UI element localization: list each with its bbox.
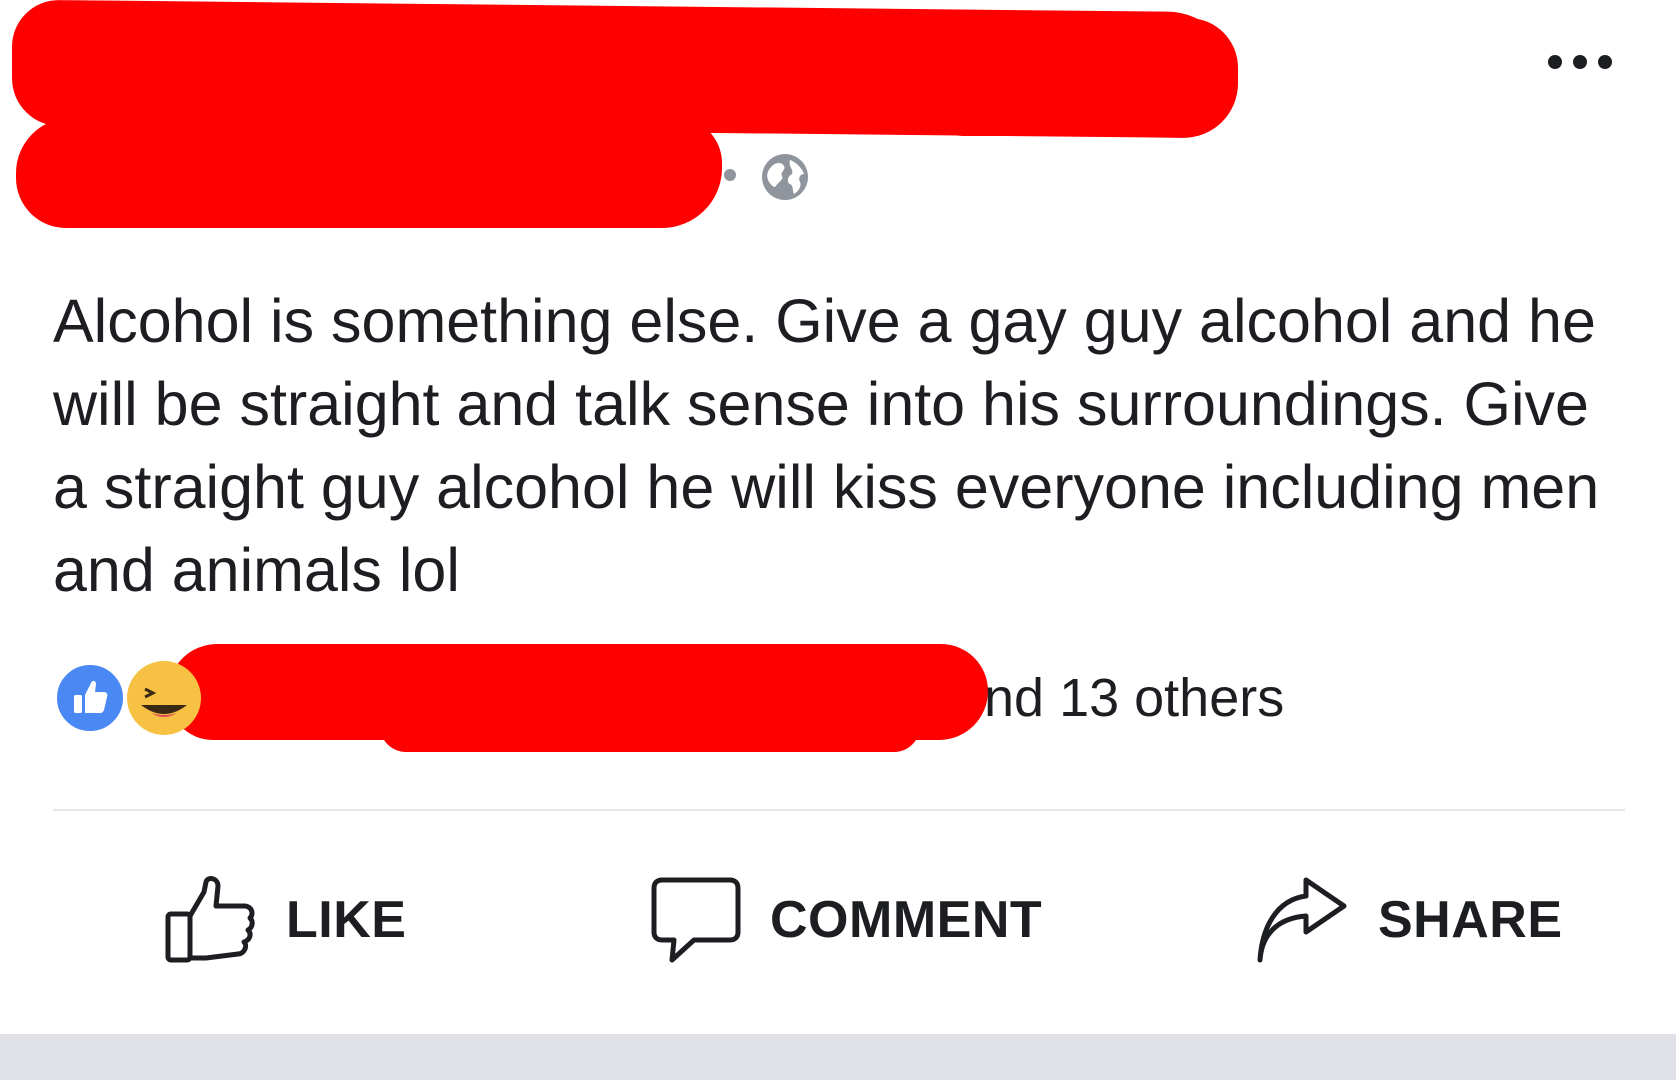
thumbs-up-icon [165,876,255,963]
more-options-icon[interactable] [1548,50,1612,74]
redacted-author-name-tail [920,18,1238,136]
post-text: Alcohol is something else. Give a gay gu… [53,287,1600,604]
like-button[interactable]: LIKE [162,870,406,970]
comment-label: COMMENT [770,891,1043,949]
post-card: Alcohol is something else. Give a gay gu… [0,0,1676,1034]
like-label: LIKE [286,891,407,949]
redacted-timestamp [16,118,722,228]
reaction-summary-text[interactable]: nd 13 others [984,666,1284,730]
globe-icon [762,154,808,200]
separator-dot [724,169,736,181]
comment-button[interactable]: COMMENT [650,870,1042,970]
share-label: SHARE [1378,891,1563,949]
comment-bubble-icon [651,877,741,963]
redacted-reactor-names-tail [380,700,920,752]
haha-reaction-icon [127,661,201,735]
feed-separator-bar [0,1034,1676,1080]
share-button[interactable]: SHARE [1254,870,1563,970]
like-reaction-icon [53,661,127,735]
share-arrow-icon [1257,877,1347,963]
divider [53,809,1625,811]
